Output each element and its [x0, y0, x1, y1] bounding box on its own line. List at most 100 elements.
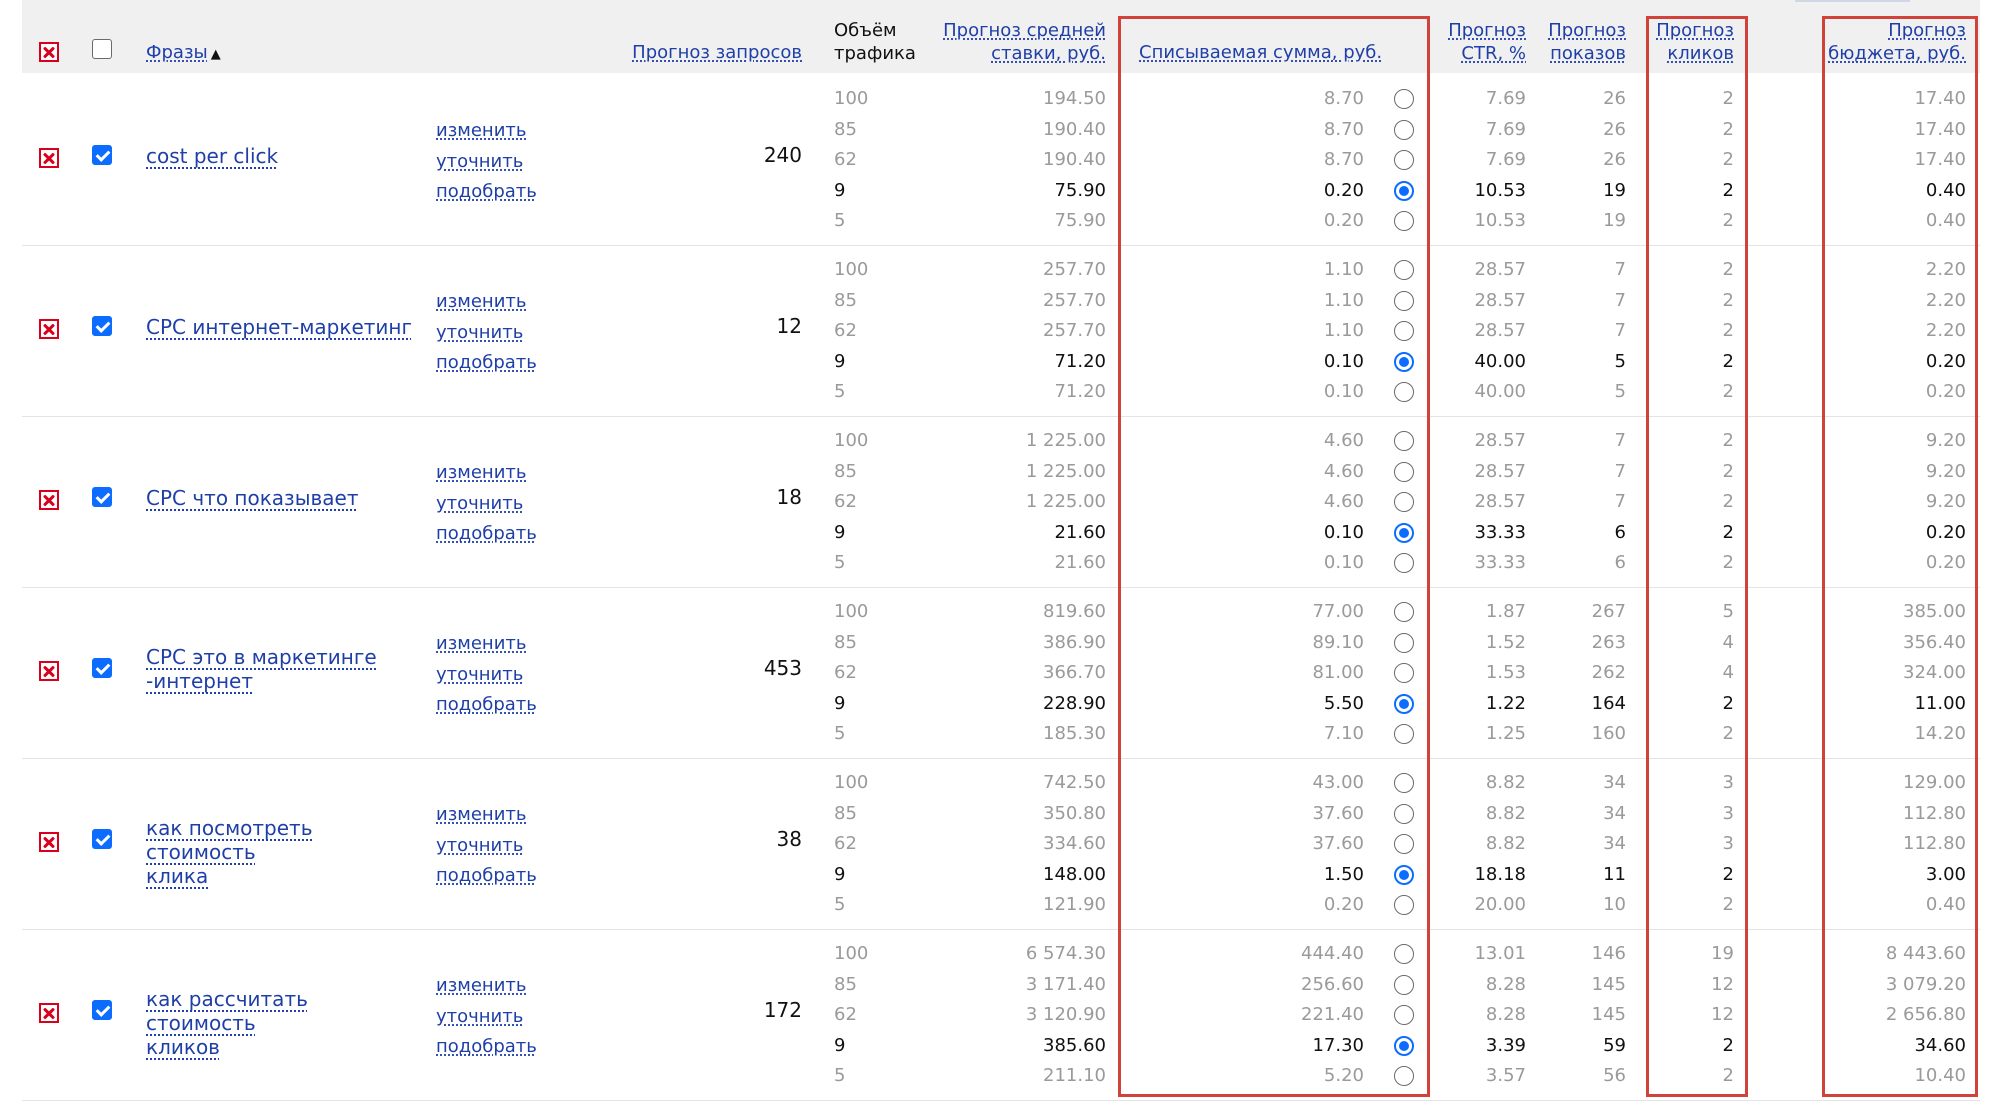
- traffic-radio-icon[interactable]: [1394, 602, 1414, 622]
- charged-sum: 5.50: [1323, 692, 1364, 714]
- traffic-radio-icon[interactable]: [1394, 431, 1414, 451]
- column-header-ctr-line1[interactable]: Прогноз: [1420, 19, 1526, 42]
- traffic-radio-icon[interactable]: [1394, 663, 1414, 683]
- edit-link[interactable]: изменить: [436, 633, 526, 655]
- phrase-link[interactable]: CPC это в маркетинге -интернет: [146, 645, 416, 693]
- budget-forecast: 2.20: [1925, 289, 1966, 311]
- refine-link[interactable]: уточнить: [436, 835, 523, 857]
- traffic-radio-icon[interactable]: [1394, 1005, 1414, 1025]
- refine-link[interactable]: уточнить: [436, 664, 523, 686]
- table-row: cost per click изменить уточнить подобрать 2…: [0, 73, 2000, 246]
- row-checkbox[interactable]: [92, 316, 112, 336]
- phrase-link[interactable]: cost per click: [146, 144, 416, 168]
- edit-link[interactable]: изменить: [436, 120, 526, 142]
- traffic-volume: 85: [834, 289, 857, 311]
- traffic-radio-icon[interactable]: [1394, 773, 1414, 793]
- traffic-radio-icon[interactable]: [1394, 211, 1414, 231]
- traffic-radio-icon[interactable]: [1394, 522, 1414, 543]
- column-header-clicks-line1[interactable]: Прогноз: [1640, 19, 1734, 42]
- traffic-radio-icon[interactable]: [1394, 724, 1414, 744]
- traffic-radio-icon[interactable]: [1394, 260, 1414, 280]
- delete-row-x-icon[interactable]: [39, 490, 59, 510]
- select-all-checkbox[interactable]: [92, 39, 112, 59]
- row-checkbox[interactable]: [92, 145, 112, 165]
- traffic-radio-icon[interactable]: [1394, 321, 1414, 341]
- delete-all-x-icon[interactable]: [39, 42, 59, 62]
- traffic-radio-icon[interactable]: [1394, 1035, 1414, 1056]
- phrase-line: CPC это в маркетинге: [146, 645, 377, 669]
- traffic-radio-icon[interactable]: [1394, 382, 1414, 402]
- refine-link[interactable]: уточнить: [436, 1006, 523, 1028]
- column-header-ctr-line2[interactable]: CTR, %: [1420, 42, 1526, 65]
- traffic-radio-icon[interactable]: [1394, 944, 1414, 964]
- traffic-radio-icon[interactable]: [1394, 492, 1414, 512]
- phrase-link[interactable]: как посмотреть стоимость клика: [146, 816, 416, 888]
- row-checkbox[interactable]: [92, 658, 112, 678]
- traffic-radio-icon[interactable]: [1394, 180, 1414, 201]
- edit-link[interactable]: изменить: [436, 462, 526, 484]
- traffic-radio-icon[interactable]: [1394, 290, 1414, 311]
- traffic-radio-icon[interactable]: [1394, 693, 1414, 714]
- phrase-line: кликов: [146, 1035, 220, 1059]
- traffic-radio-icon[interactable]: [1394, 351, 1414, 372]
- clicks-forecast: 2: [1722, 692, 1734, 714]
- traffic-radio-icon[interactable]: [1394, 803, 1414, 824]
- ctr-forecast: 28.57: [1474, 320, 1526, 341]
- charged-sum: 0.20: [1323, 210, 1364, 231]
- column-header-budget-line2[interactable]: бюджета, руб.: [1780, 42, 1966, 65]
- column-header-requests[interactable]: Прогноз запросов: [600, 41, 802, 64]
- avg-bid: 1 225.00: [1025, 491, 1106, 512]
- row-checkbox[interactable]: [92, 829, 112, 849]
- pick-link[interactable]: подобрать: [436, 694, 537, 716]
- column-header-avg-bid-line2[interactable]: ставки, руб.: [900, 42, 1106, 65]
- delete-row-x-icon[interactable]: [39, 319, 59, 339]
- refine-link[interactable]: уточнить: [436, 493, 523, 515]
- column-header-impressions-line1[interactable]: Прогноз: [1530, 19, 1626, 42]
- delete-row-x-icon[interactable]: [39, 832, 59, 852]
- row-checkbox[interactable]: [92, 487, 112, 507]
- column-header-charged-sum[interactable]: Списываемая сумма, руб.: [1139, 41, 1382, 64]
- budget-forecast: 9.20: [1925, 460, 1966, 482]
- traffic-radio-icon[interactable]: [1394, 89, 1414, 109]
- ctr-forecast: 1.87: [1485, 601, 1526, 622]
- traffic-radio-icon[interactable]: [1394, 864, 1414, 885]
- impressions-forecast: 26: [1603, 118, 1626, 140]
- keyword-forecast-table: Фразы ▲ Прогноз запросов Объём трафика Пр…: [0, 0, 2000, 1101]
- refine-link[interactable]: уточнить: [436, 322, 523, 344]
- pick-link[interactable]: подобрать: [436, 1036, 537, 1058]
- delete-row-x-icon[interactable]: [39, 148, 59, 168]
- traffic-radio-icon[interactable]: [1394, 895, 1414, 915]
- column-header-avg-bid-line1[interactable]: Прогноз средней: [900, 19, 1106, 42]
- edit-link[interactable]: изменить: [436, 291, 526, 313]
- traffic-radio-icon[interactable]: [1394, 150, 1414, 170]
- requests-forecast: 12: [776, 314, 802, 338]
- refine-link[interactable]: уточнить: [436, 151, 523, 173]
- column-header-budget-line1[interactable]: Прогноз: [1780, 19, 1966, 42]
- row-checkbox[interactable]: [92, 1000, 112, 1020]
- traffic-radio-icon[interactable]: [1394, 632, 1414, 653]
- phrase-link[interactable]: CPC интернет-маркетинг: [146, 315, 416, 339]
- traffic-radio-icon[interactable]: [1394, 119, 1414, 140]
- pick-link[interactable]: подобрать: [436, 181, 537, 203]
- phrase-line: -интернет: [146, 669, 253, 693]
- traffic-radio-icon[interactable]: [1394, 834, 1414, 854]
- delete-row-x-icon[interactable]: [39, 1003, 59, 1023]
- pick-link[interactable]: подобрать: [436, 865, 537, 887]
- phrase-link[interactable]: CPC что показывает: [146, 486, 416, 510]
- column-header-phrases[interactable]: Фразы ▲: [146, 41, 221, 66]
- column-header-clicks-line2[interactable]: кликов: [1640, 42, 1734, 65]
- column-header-impressions-line2[interactable]: показов: [1530, 42, 1626, 65]
- edit-link[interactable]: изменить: [436, 975, 526, 997]
- clicks-forecast: 2: [1722, 521, 1734, 543]
- ctr-forecast: 33.33: [1474, 552, 1526, 573]
- traffic-radio-icon[interactable]: [1394, 461, 1414, 482]
- budget-forecast: 3 079.20: [1885, 973, 1966, 995]
- traffic-radio-icon[interactable]: [1394, 553, 1414, 573]
- traffic-radio-icon[interactable]: [1394, 974, 1414, 995]
- traffic-radio-icon[interactable]: [1394, 1066, 1414, 1086]
- phrase-link[interactable]: как рассчитать стоимость кликов: [146, 987, 416, 1059]
- pick-link[interactable]: подобрать: [436, 352, 537, 374]
- pick-link[interactable]: подобрать: [436, 523, 537, 545]
- delete-row-x-icon[interactable]: [39, 661, 59, 681]
- edit-link[interactable]: изменить: [436, 804, 526, 826]
